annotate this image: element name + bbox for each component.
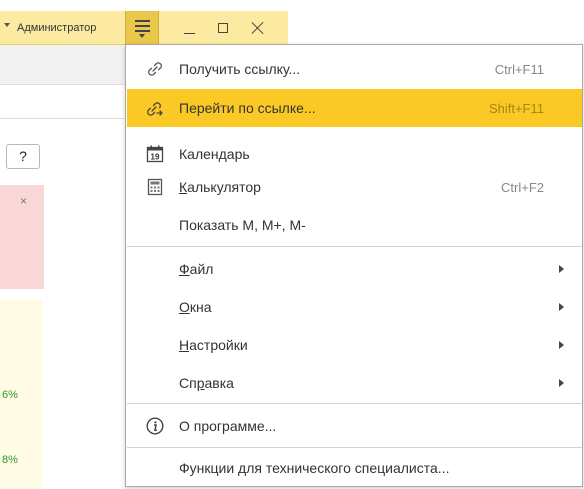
main-menu-button[interactable] [125, 11, 159, 45]
menu-separator [127, 246, 582, 247]
menu-item-label: Перейти по ссылке... [179, 100, 316, 116]
title-bar: Администратор [0, 11, 288, 45]
maximize-button[interactable] [206, 11, 240, 45]
submenu-arrow-icon [559, 379, 564, 387]
menu-item-windows[interactable]: Окна [127, 288, 582, 326]
calendar-day-number: 19 [151, 153, 160, 162]
menu-item-follow-link[interactable]: Перейти по ссылке... Shift+F11 [127, 89, 582, 127]
current-user-name[interactable]: Администратор [17, 22, 96, 34]
menu-item-file[interactable]: Файл [127, 250, 582, 288]
submenu-arrow-icon [559, 341, 564, 349]
link-icon [145, 59, 165, 79]
calendar-icon: 19 [145, 144, 165, 164]
minimize-icon [184, 33, 195, 35]
menu-item-shortcut: Ctrl+F11 [494, 62, 544, 77]
follow-link-icon [145, 98, 165, 118]
menu-item-help[interactable]: Справка [127, 364, 582, 402]
menu-item-get-link[interactable]: Получить ссылку... Ctrl+F11 [127, 50, 582, 88]
close-icon [251, 21, 265, 35]
menu-item-label: Файл [179, 261, 214, 277]
menu-item-label: Справка [179, 375, 234, 391]
menu-item-show-memory[interactable]: Показать М, М+, М- [127, 206, 582, 244]
close-button[interactable] [240, 11, 274, 45]
submenu-arrow-icon [559, 265, 564, 273]
menu-item-settings[interactable]: Настройки [127, 326, 582, 364]
menu-item-label: Функции для технического специалиста... [179, 460, 450, 476]
toolbar-strip [0, 45, 125, 85]
maximize-icon [218, 23, 228, 33]
menu-separator [127, 447, 582, 448]
content-divider [0, 118, 125, 119]
help-button[interactable]: ? [6, 144, 40, 169]
menu-item-label: Окна [179, 299, 212, 315]
notice-close-icon[interactable]: × [20, 194, 27, 208]
application-window: ? × 6% 8% Администратор Получить ссылку.… [0, 0, 584, 489]
menu-item-label: О программе... [179, 418, 277, 434]
menu-item-shortcut: Ctrl+F2 [501, 180, 544, 195]
submenu-arrow-icon [559, 303, 564, 311]
menu-item-shortcut: Shift+F11 [488, 101, 544, 116]
user-dropdown-chevron-icon[interactable] [4, 23, 10, 27]
menu-item-label: Календарь [179, 146, 250, 162]
menu-item-label: Получить ссылку... [179, 61, 301, 77]
menu-item-label: Настройки [179, 337, 248, 353]
minimize-button[interactable] [172, 11, 206, 45]
menu-item-technical-functions[interactable]: Функции для технического специалиста... [127, 449, 582, 487]
percent-value-2: 8% [2, 454, 18, 466]
calculator-icon [145, 177, 165, 197]
menu-item-label: Калькулятор [179, 179, 261, 195]
main-menu-dropdown: Получить ссылку... Ctrl+F11 Перейти по с… [125, 44, 583, 487]
menu-item-label: Показать М, М+, М- [179, 217, 306, 233]
menu-item-calculator[interactable]: Калькулятор Ctrl+F2 [127, 168, 582, 206]
percent-value-1: 6% [2, 389, 18, 401]
menu-item-about[interactable]: О программе... [127, 407, 582, 445]
menu-separator [127, 403, 582, 404]
info-icon [145, 416, 165, 436]
